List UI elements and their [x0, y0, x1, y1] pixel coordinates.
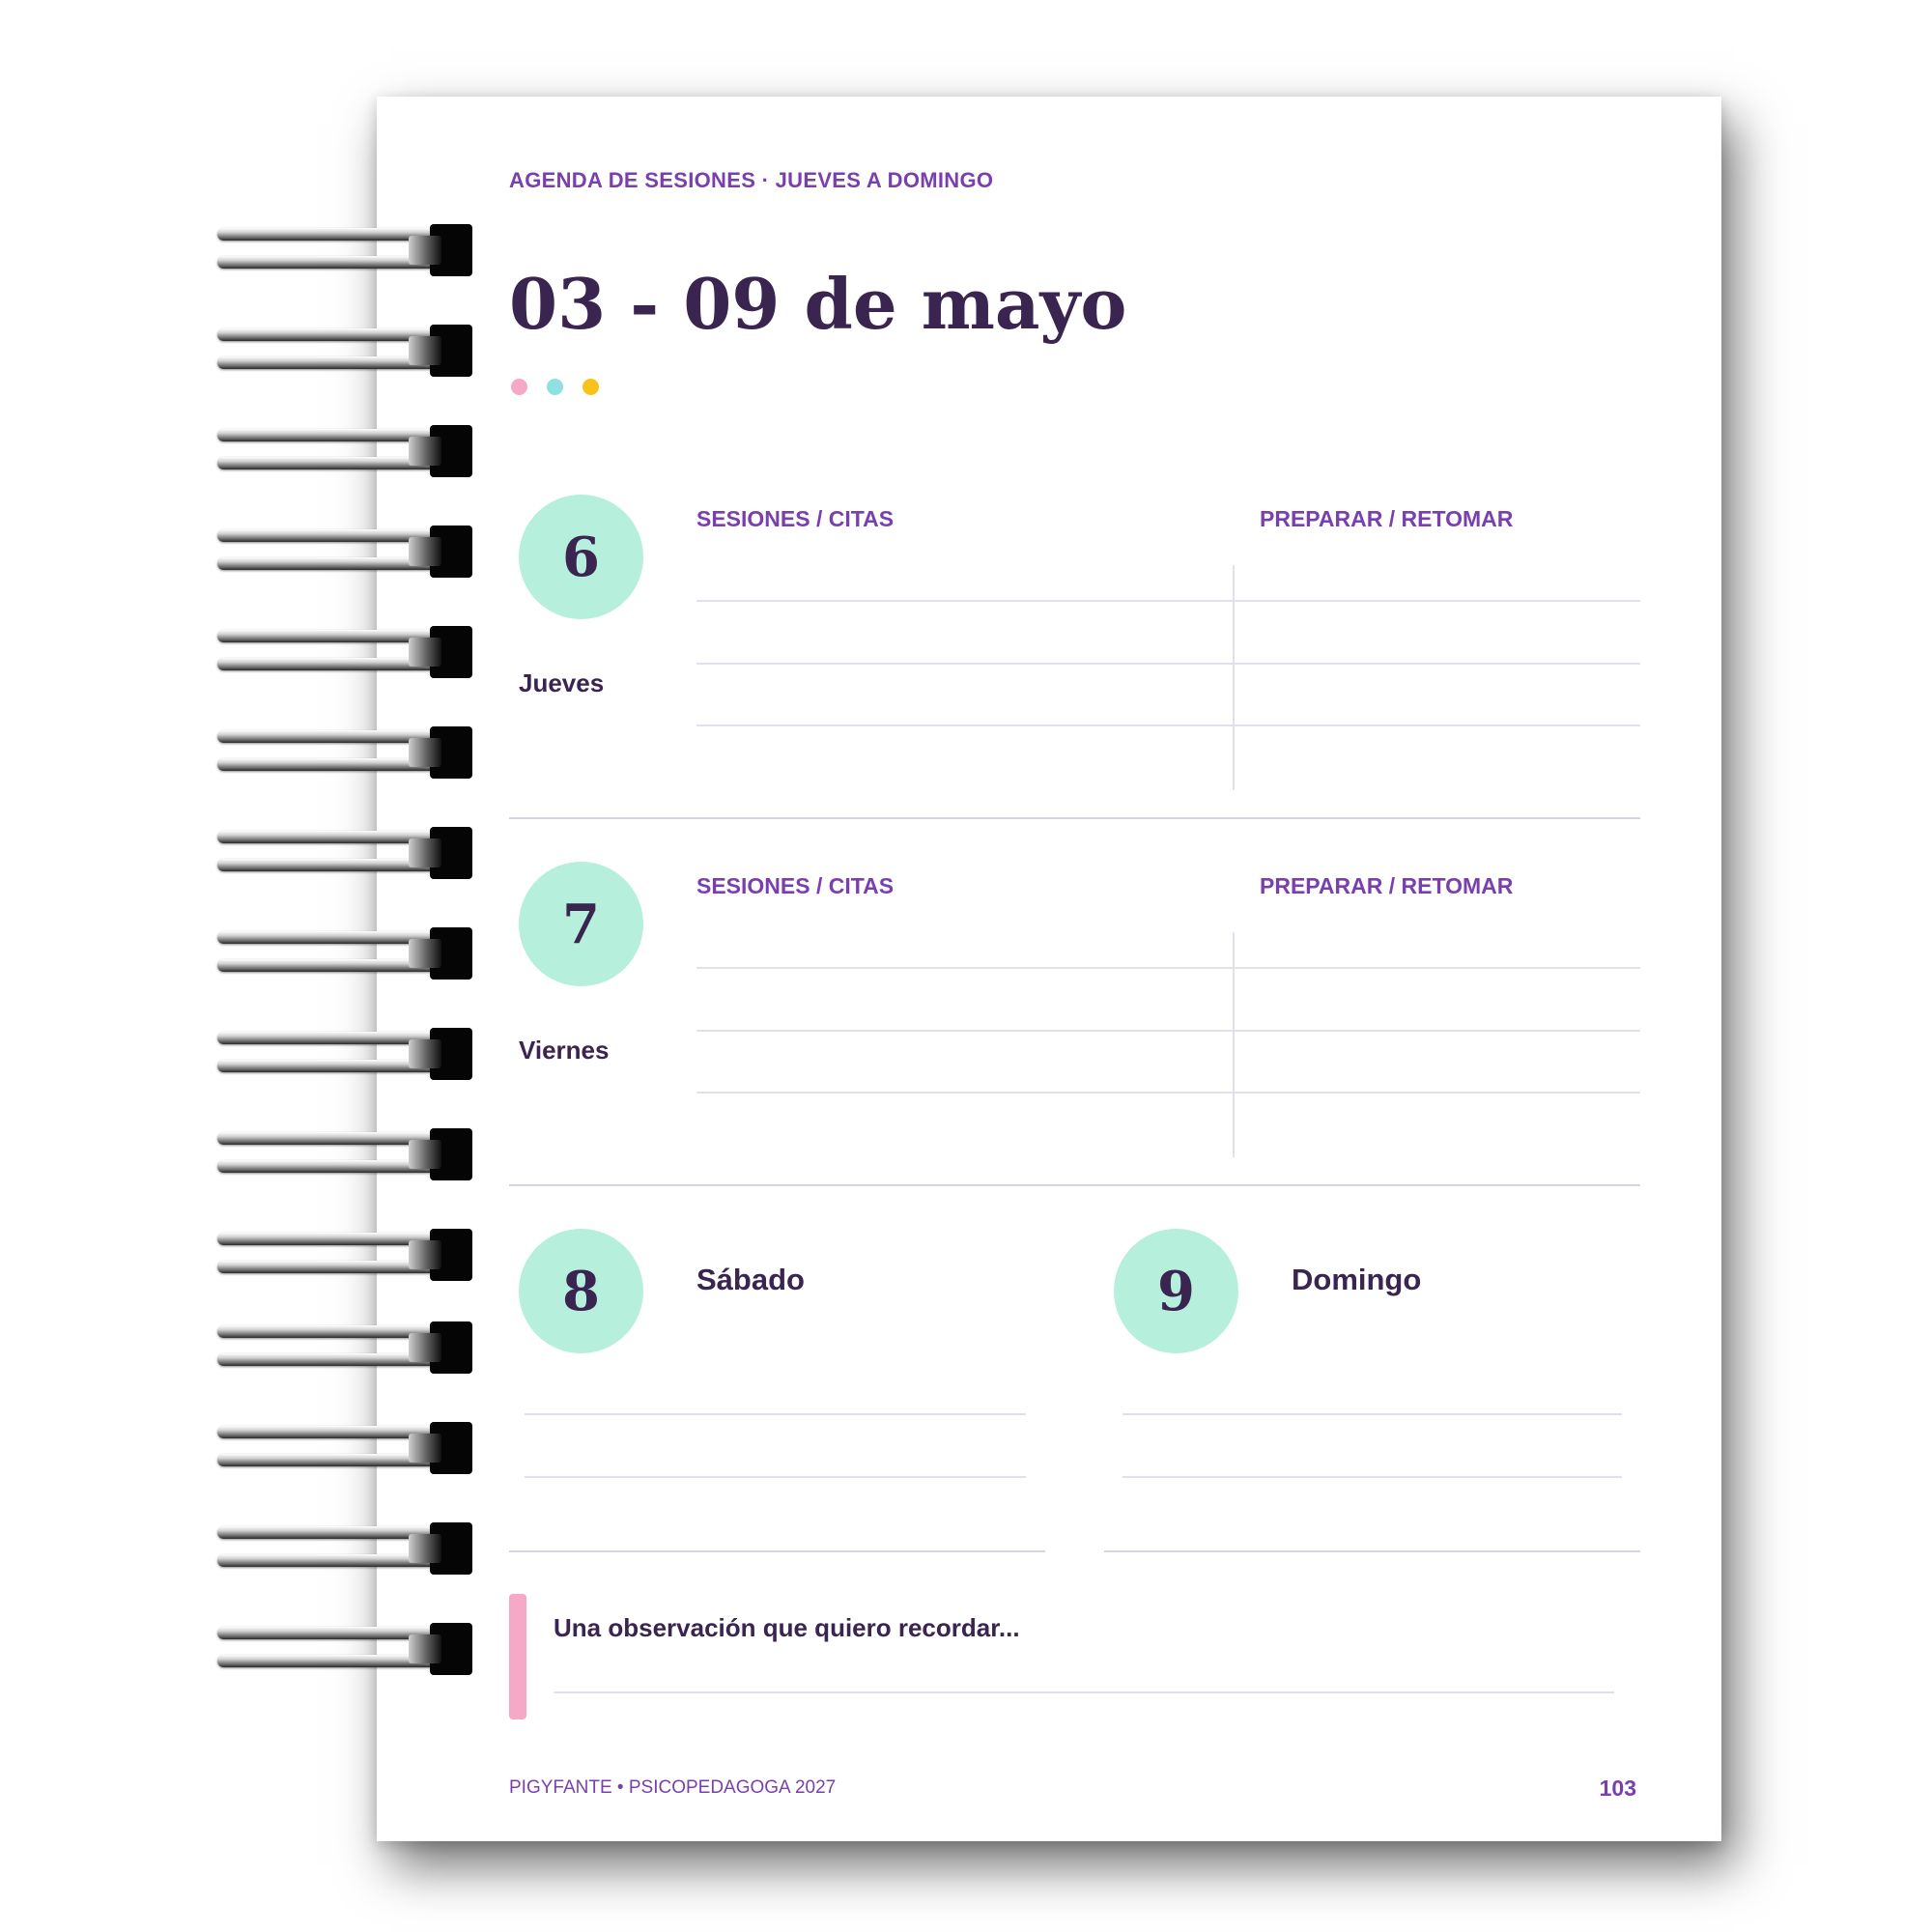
day-number-badge: 6 [519, 495, 643, 619]
column-divider [1233, 565, 1235, 790]
binding-coil [217, 1522, 472, 1575]
writing-line[interactable] [696, 967, 1640, 969]
binding-coil [217, 526, 472, 578]
section-divider [509, 817, 1640, 819]
column-header-prepare: PREPARAR / RETOMAR [1260, 873, 1514, 898]
note-prompt: Una observación que quiero recordar... [554, 1613, 1020, 1642]
binding-coil [217, 1623, 472, 1675]
binding-coil [217, 626, 472, 678]
binding-coil [217, 1422, 472, 1474]
binding-coil [217, 927, 472, 980]
page-title: 03 - 09 de mayo [509, 263, 1127, 345]
binding-coil [217, 726, 472, 779]
accent-dot-yellow [582, 379, 599, 395]
day-number-badge: 8 [519, 1229, 643, 1353]
writing-line[interactable] [696, 724, 1640, 726]
day-name: Viernes [519, 1036, 610, 1065]
writing-line[interactable] [1122, 1413, 1622, 1415]
writing-line[interactable] [696, 600, 1640, 602]
column-header-prepare: PREPARAR / RETOMAR [1260, 506, 1514, 531]
day-number-badge: 9 [1114, 1229, 1238, 1353]
binding-coil [217, 224, 472, 276]
section-divider [509, 1184, 1640, 1186]
day-name: Jueves [519, 668, 605, 697]
section-divider [1104, 1550, 1640, 1552]
day-name: Sábado [696, 1263, 805, 1296]
writing-line[interactable] [1122, 1476, 1622, 1478]
binding-coil [217, 1229, 472, 1281]
note-writing-line[interactable] [554, 1691, 1614, 1693]
spiral-binding [0, 0, 483, 1932]
section-divider [509, 1550, 1045, 1552]
day-name: Domingo [1292, 1263, 1422, 1296]
note-accent-bar [509, 1594, 526, 1719]
section-kicker: AGENDA DE SESIONES · JUEVES A DOMINGO [509, 168, 994, 192]
footer-brand: PIGYFANTE • PSICOPEDAGOGA 2027 [509, 1777, 837, 1798]
writing-line[interactable] [696, 1092, 1640, 1094]
day-number-badge: 7 [519, 862, 643, 986]
writing-line[interactable] [696, 663, 1640, 665]
writing-line[interactable] [525, 1413, 1026, 1415]
writing-line[interactable] [525, 1476, 1026, 1478]
accent-dot-cyan [547, 379, 563, 395]
binding-coil [217, 1028, 472, 1080]
binding-coil [217, 827, 472, 879]
column-header-sessions: SESIONES / CITAS [696, 873, 895, 898]
column-divider [1233, 932, 1235, 1157]
column-header-sessions: SESIONES / CITAS [696, 506, 895, 531]
binding-coil [217, 325, 472, 377]
binding-coil [217, 1321, 472, 1374]
binding-coil [217, 425, 472, 477]
binding-coil [217, 1128, 472, 1180]
writing-line[interactable] [696, 1030, 1640, 1032]
page-number: 103 [1599, 1776, 1636, 1801]
accent-dot-pink [511, 379, 527, 395]
